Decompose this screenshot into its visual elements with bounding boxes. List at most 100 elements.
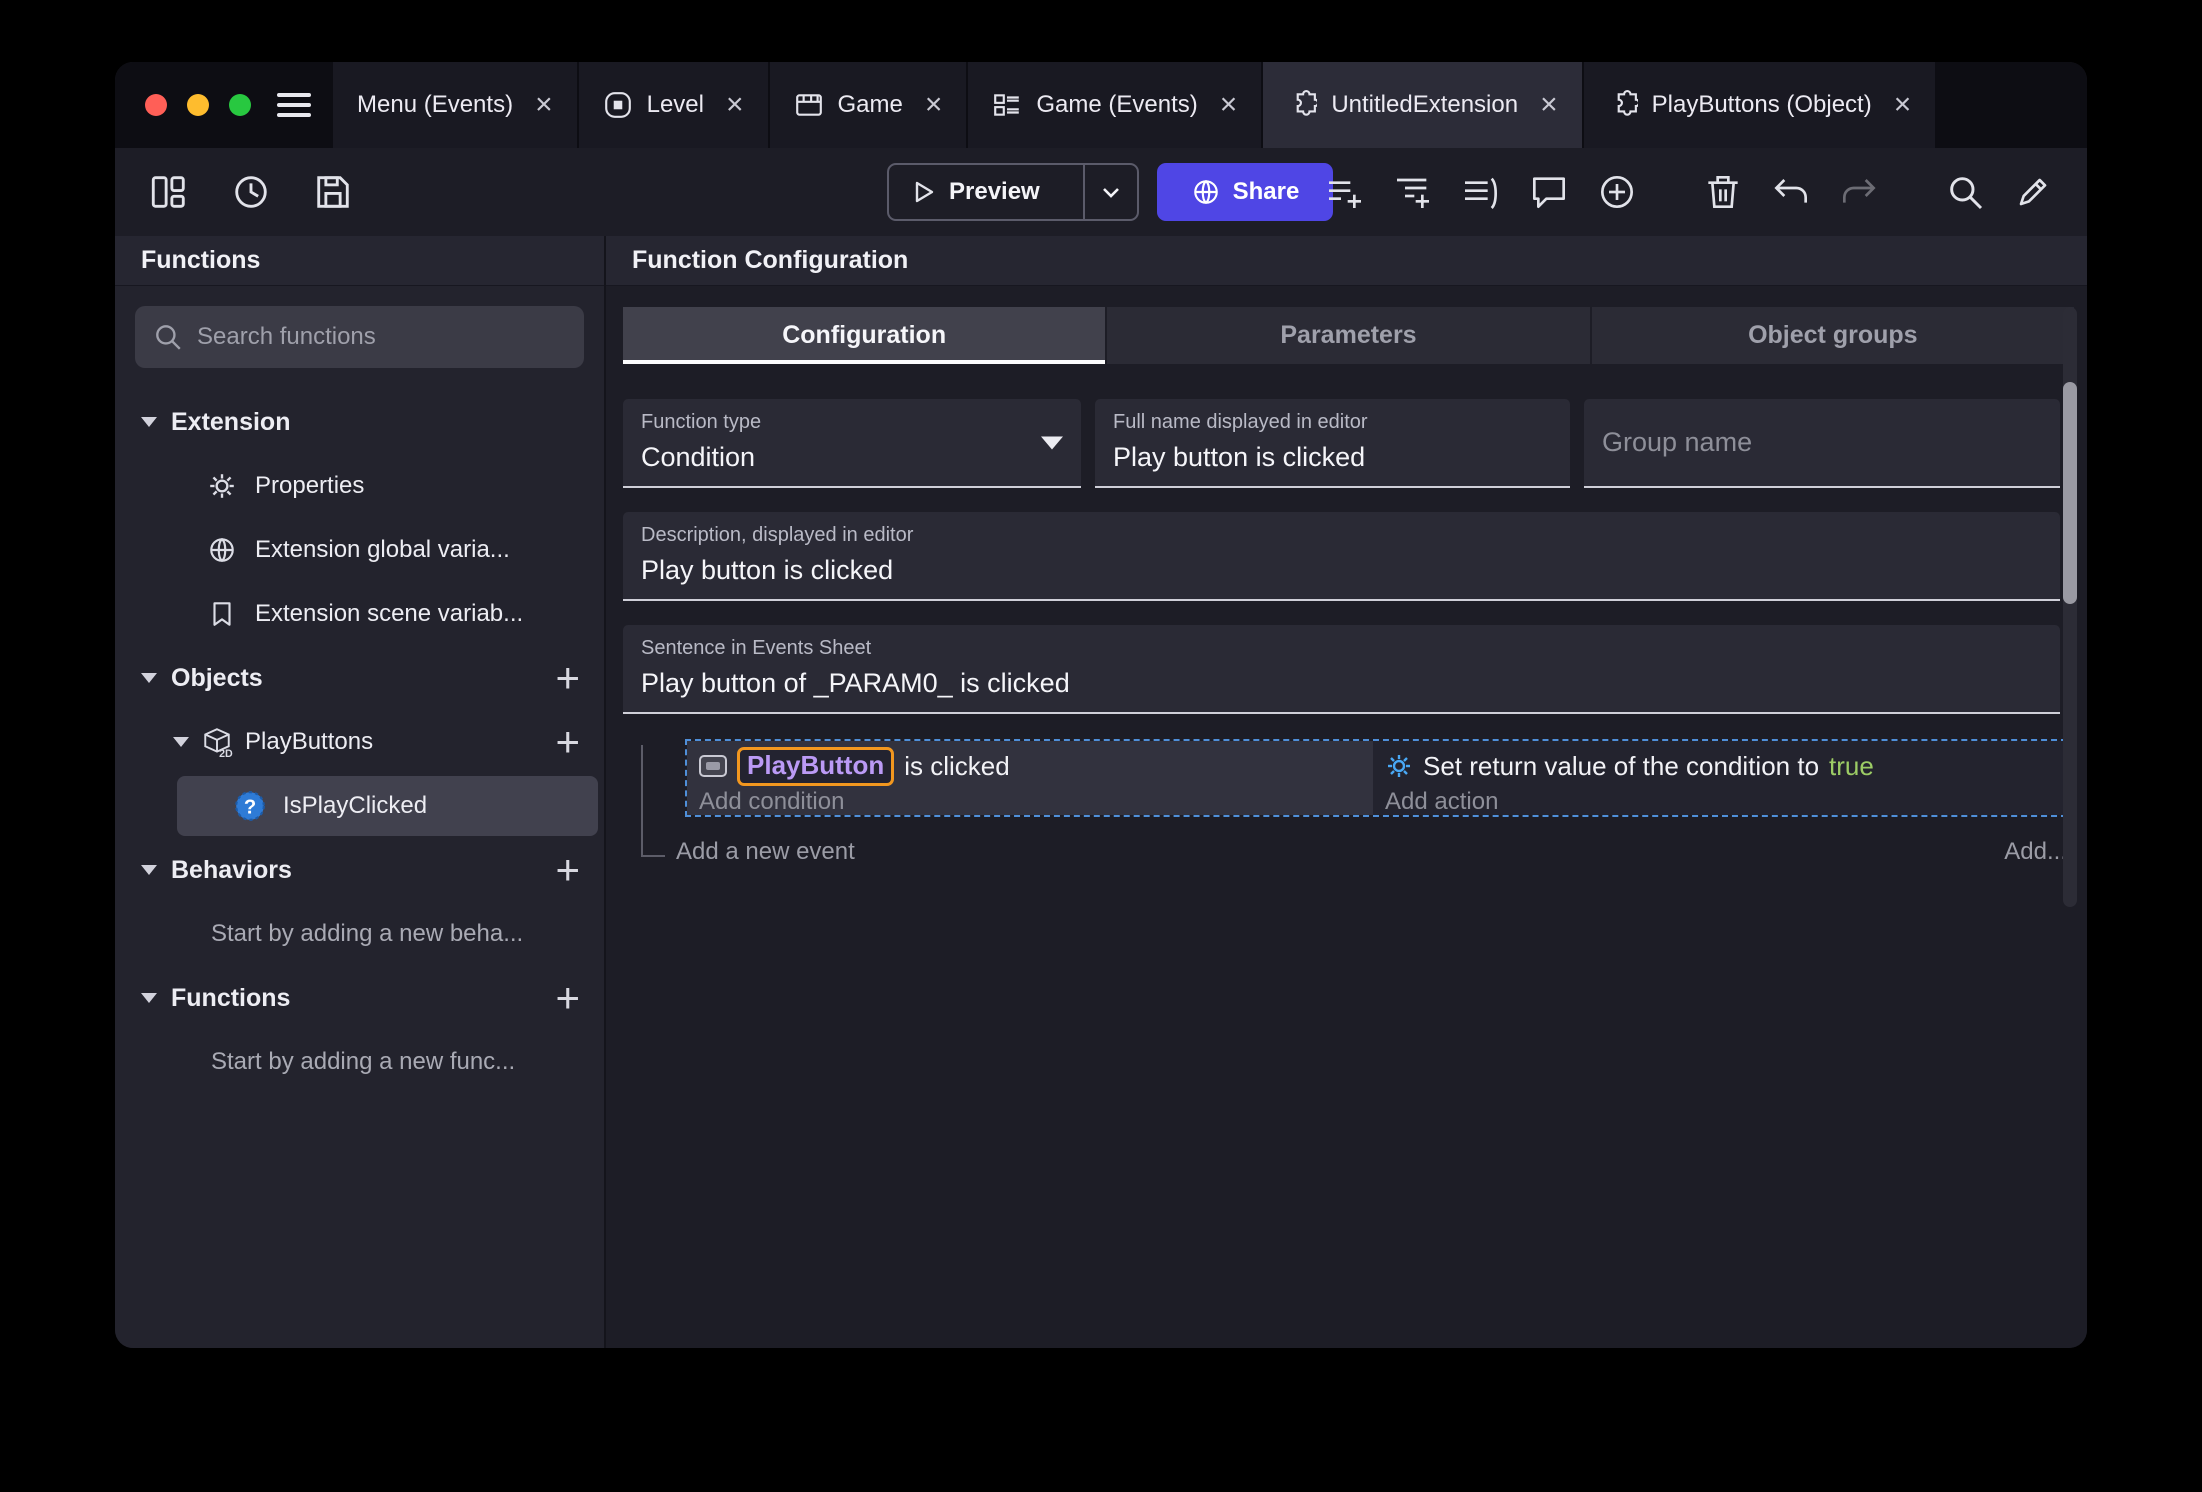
tab-label: Menu (Events): [357, 91, 514, 118]
tab-configuration[interactable]: Configuration: [623, 307, 1106, 364]
tree-item-isplayclicked-row: ? IsPlayClicked: [115, 774, 604, 838]
caret-down-icon[interactable]: [141, 673, 157, 683]
full-name-field[interactable]: Full name displayed in editor Play butto…: [1095, 399, 1570, 488]
tab-game-events[interactable]: Game (Events) ×: [968, 62, 1264, 148]
preview-label: Preview: [949, 178, 1040, 205]
conditions-cell[interactable]: PlayButton is clicked Add condition: [687, 741, 1373, 815]
group-name-field[interactable]: [1584, 399, 2060, 488]
banner-icon: [207, 599, 237, 629]
group-name-input[interactable]: [1602, 427, 2042, 458]
add-object-button[interactable]: +: [555, 657, 580, 699]
clapper-icon: [794, 90, 824, 120]
tab-menu-events[interactable]: Menu (Events) ×: [333, 62, 579, 148]
tree-item-playbuttons[interactable]: 2D PlayButtons +: [115, 710, 604, 774]
minimize-window-button[interactable]: [187, 94, 209, 116]
cube-2d-icon: 2D: [201, 726, 233, 758]
search-icon: [153, 322, 183, 352]
actions-cell[interactable]: Set return value of the condition to tru…: [1373, 741, 2065, 815]
tree-item-isplayclicked[interactable]: ? IsPlayClicked: [177, 776, 598, 836]
tree-item-label: PlayButtons: [245, 728, 374, 755]
tab-parameters[interactable]: Parameters: [1105, 307, 1590, 364]
return-gear-icon: [1385, 752, 1413, 780]
tree-item-global-variables[interactable]: Extension global varia...: [115, 518, 604, 582]
scrollbar-thumb[interactable]: [2063, 382, 2077, 604]
edit-settings-wand-icon[interactable]: [2013, 172, 2053, 212]
event-row[interactable]: PlayButton is clicked Add condition Set …: [685, 739, 2067, 817]
search-button[interactable]: [1945, 172, 1985, 212]
add-event-button[interactable]: [1325, 172, 1365, 212]
share-label: Share: [1232, 178, 1300, 205]
tab-bar: Menu (Events) × Level × Game × Game (Eve…: [115, 62, 2087, 148]
tab-close-icon[interactable]: ×: [925, 90, 943, 120]
close-window-button[interactable]: [145, 94, 167, 116]
history-button[interactable]: [231, 172, 271, 212]
add-action-button[interactable]: Add action: [1385, 788, 2065, 816]
tree-item-label: Extension scene variab...: [255, 600, 524, 627]
extension-puzzle-icon: [1608, 90, 1638, 120]
condition-object-chip[interactable]: PlayButton: [737, 746, 895, 786]
add-condition-button[interactable]: Add condition: [699, 788, 1373, 816]
delete-button[interactable]: [1703, 172, 1743, 212]
maximize-window-button[interactable]: [229, 94, 251, 116]
field-label: Description, displayed in editor: [641, 524, 914, 546]
caret-down-icon[interactable]: [141, 865, 157, 875]
search-functions-box[interactable]: [135, 306, 584, 368]
save-button[interactable]: [313, 172, 353, 212]
field-value: Play button is clicked: [1113, 442, 1366, 472]
tab-game[interactable]: Game ×: [769, 62, 969, 148]
tab-close-icon[interactable]: ×: [726, 90, 744, 120]
preview-button[interactable]: Preview: [887, 163, 1139, 221]
sidebar-header: Functions: [115, 236, 604, 286]
tab-close-icon[interactable]: ×: [1220, 90, 1238, 120]
tree-item-scene-variables[interactable]: Extension scene variab...: [115, 582, 604, 646]
add-free-function-button[interactable]: +: [555, 977, 580, 1019]
tab-object-groups[interactable]: Object groups: [1589, 307, 2074, 364]
add-comment-button[interactable]: [1529, 172, 1569, 212]
tree-item-label: Extension global varia...: [255, 536, 510, 563]
condition-text: is clicked: [904, 750, 1010, 781]
main-menu-icon[interactable]: [277, 93, 311, 117]
caret-down-icon[interactable]: [173, 737, 189, 747]
chevron-down-icon[interactable]: [1085, 180, 1137, 204]
tab-label: Level: [646, 91, 704, 118]
caret-down-icon[interactable]: [141, 993, 157, 1003]
function-type-select[interactable]: Function type Condition: [623, 399, 1081, 488]
undo-button[interactable]: [1771, 172, 1811, 212]
share-button[interactable]: Share: [1157, 163, 1333, 221]
events-sheet-icon: [992, 90, 1022, 120]
tree-item-properties[interactable]: Properties: [115, 454, 604, 518]
tab-close-icon[interactable]: ×: [535, 90, 553, 120]
section-label: Objects: [171, 663, 263, 692]
tree-section-extension[interactable]: Extension: [115, 390, 604, 454]
sentence-field[interactable]: Sentence in Events Sheet Play button of …: [623, 625, 2060, 714]
tree-section-objects[interactable]: Objects +: [115, 646, 604, 710]
function-question-icon: ?: [233, 789, 267, 823]
event-indent-guide: [641, 745, 665, 857]
choose-event-button[interactable]: [1597, 172, 1637, 212]
tab-playbuttons-object[interactable]: PlayButtons (Object) ×: [1583, 62, 1938, 148]
description-field[interactable]: Description, displayed in editor Play bu…: [623, 512, 2060, 601]
tab-label: UntitledExtension: [1331, 91, 1519, 118]
functions-sidebar: Functions Extension: [115, 236, 606, 1348]
add-function-to-object-button[interactable]: +: [555, 721, 580, 763]
redo-button[interactable]: [1839, 172, 1879, 212]
tab-close-icon[interactable]: ×: [1540, 90, 1558, 120]
tab-level[interactable]: Level ×: [578, 62, 770, 148]
add-subevent-button[interactable]: [1393, 172, 1433, 212]
add-more-button[interactable]: Add...: [2004, 838, 2067, 866]
tree-section-functions[interactable]: Functions +: [115, 966, 604, 1030]
vertical-scrollbar[interactable]: [2063, 307, 2077, 907]
tab-close-icon[interactable]: ×: [1894, 90, 1912, 120]
tab-label: PlayButtons (Object): [1651, 91, 1872, 118]
add-behavior-button[interactable]: +: [555, 849, 580, 891]
app-window: Menu (Events) × Level × Game × Game (Eve…: [115, 62, 2087, 1348]
action-text: Set return value of the condition to: [1423, 750, 1820, 781]
search-functions-input[interactable]: [197, 323, 566, 351]
tab-untitled-extension[interactable]: UntitledExtension ×: [1263, 62, 1584, 148]
add-other-events-button[interactable]: [1461, 172, 1501, 212]
add-new-event-button[interactable]: Add a new event: [676, 838, 855, 866]
project-manager-button[interactable]: [149, 172, 189, 212]
field-label: Function type: [641, 411, 762, 433]
caret-down-icon[interactable]: [141, 417, 157, 427]
tree-section-behaviors[interactable]: Behaviors +: [115, 838, 604, 902]
